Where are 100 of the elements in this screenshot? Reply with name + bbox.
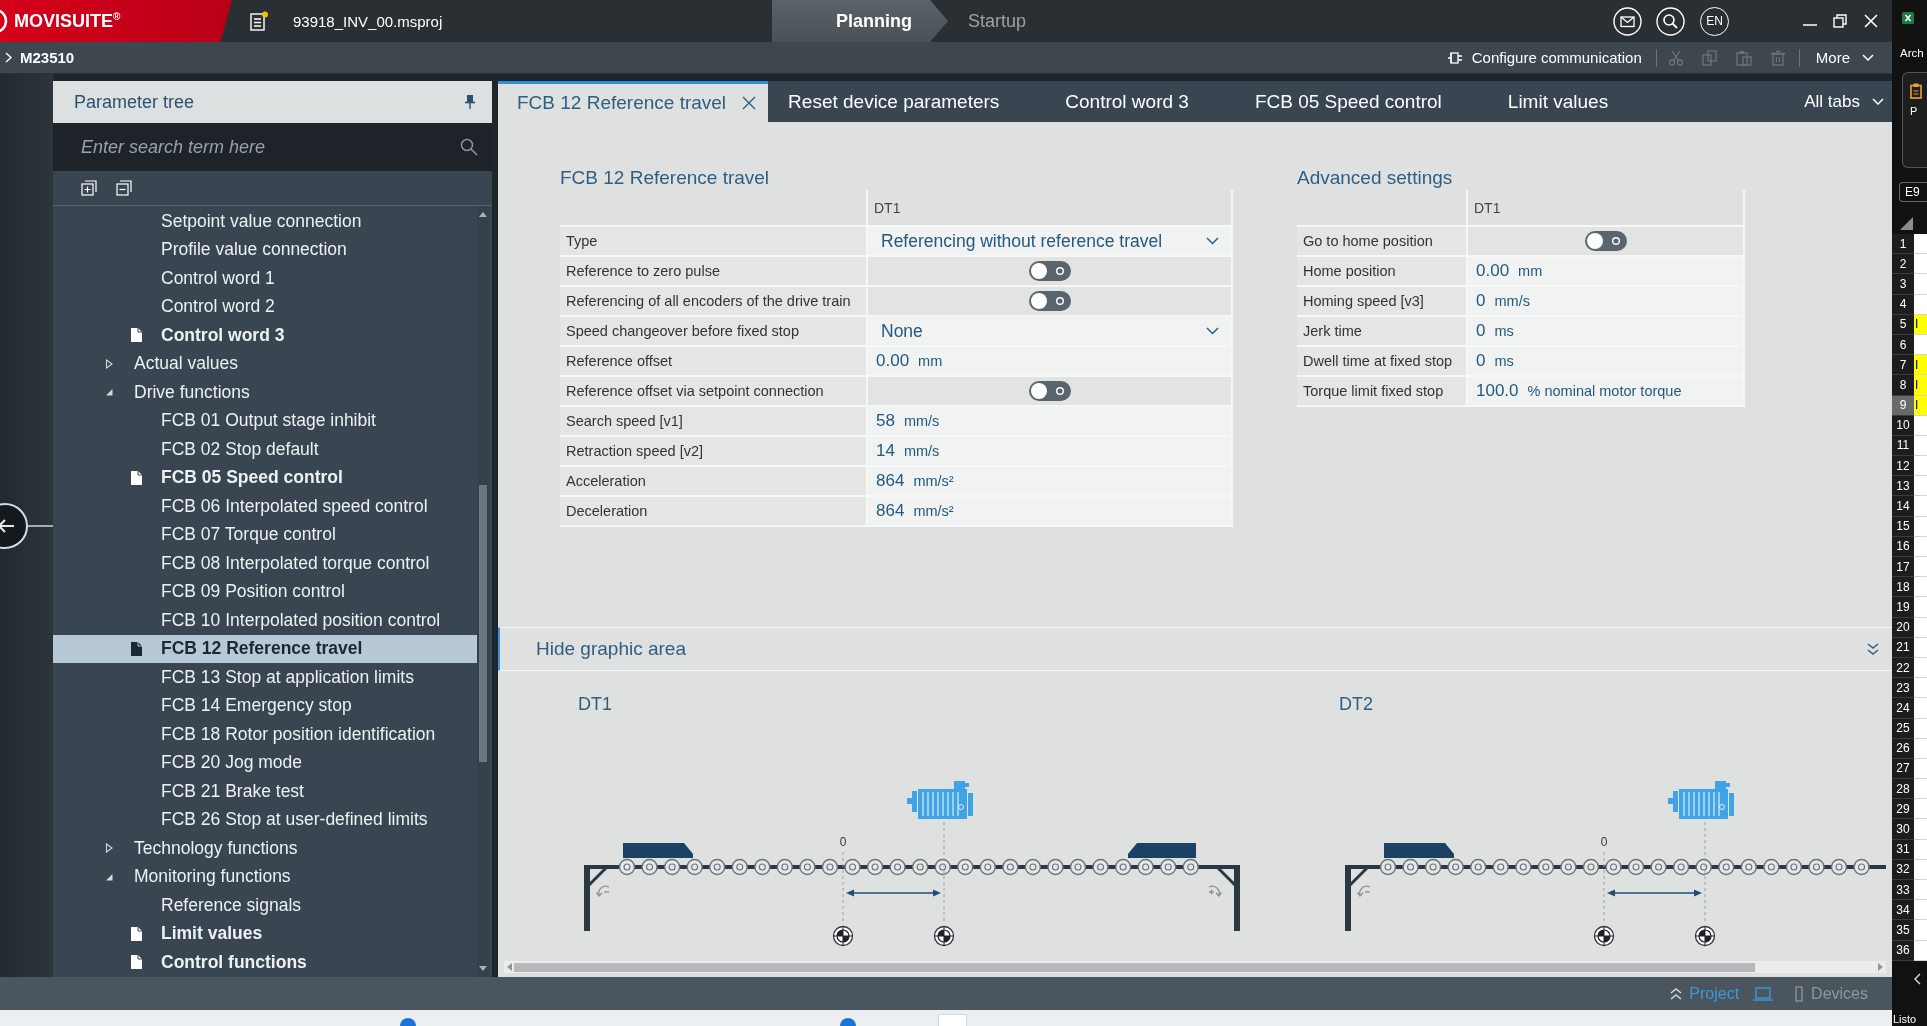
number-field[interactable]: 0 ms [1466, 347, 1745, 375]
toggle-switch[interactable] [1028, 261, 1071, 281]
scroll-left-icon[interactable] [507, 963, 512, 971]
menu-item[interactable]: Arch [1900, 46, 1927, 60]
number-field[interactable]: 58 mm/s [866, 407, 1233, 435]
number-field[interactable]: 0 mm/s [1466, 287, 1745, 315]
tab[interactable]: Control word 3 [1045, 81, 1235, 122]
ribbon-button[interactable]: P [1902, 72, 1927, 168]
double-chevron-up-icon[interactable] [1669, 986, 1684, 1001]
tree-item[interactable]: Reference signals [53, 891, 477, 920]
caret-icon[interactable] [105, 358, 113, 369]
caret-icon[interactable] [105, 387, 113, 398]
row-header[interactable]: 18 [1892, 577, 1914, 598]
row-header[interactable]: 16 [1892, 536, 1914, 557]
configure-communication-button[interactable]: Configure communication [1446, 49, 1642, 66]
pin-icon[interactable] [464, 94, 476, 110]
number-field[interactable]: 100.0 % nominal motor torque [1466, 377, 1745, 405]
row-header[interactable]: 24 [1892, 698, 1914, 719]
select-all-corner-icon[interactable] [1899, 216, 1913, 230]
number-field[interactable]: 0.00 mm [866, 347, 1233, 375]
search-icon[interactable] [1656, 6, 1685, 36]
row-header[interactable]: 33 [1892, 880, 1914, 901]
row-header[interactable]: 10 [1892, 415, 1914, 436]
vertical-scrollbar[interactable] [477, 206, 489, 977]
chevron-left-icon[interactable] [1914, 972, 1921, 985]
row-header[interactable]: 3 [1892, 274, 1914, 295]
tree-item[interactable]: FCB 21 Brake test [53, 777, 477, 806]
hide-graphic-button[interactable]: Hide graphic area [498, 627, 1892, 671]
app-icon[interactable] [840, 1018, 856, 1026]
row-header[interactable]: 14 [1892, 496, 1914, 517]
tree-item[interactable]: Profile value connection [53, 235, 477, 264]
toggle-switch[interactable] [1028, 381, 1071, 401]
row-header[interactable]: 23 [1892, 678, 1914, 699]
tab[interactable]: Limit values [1487, 81, 1655, 122]
row-header[interactable]: 36 [1892, 940, 1914, 961]
row-header[interactable]: 13 [1892, 476, 1914, 497]
tree-item[interactable]: FCB 10 Interpolated position control [53, 606, 477, 635]
tree-item[interactable]: FCB 14 Emergency stop [53, 691, 477, 720]
row-header[interactable]: 35 [1892, 920, 1914, 941]
row-header[interactable]: 31 [1892, 839, 1914, 860]
workflow-step[interactable]: Startup [948, 0, 1047, 42]
row-header[interactable]: 11 [1892, 435, 1914, 457]
row-header[interactable]: 20 [1892, 617, 1914, 638]
row-header[interactable]: 21 [1892, 637, 1914, 658]
row-header[interactable]: 2 [1892, 254, 1914, 275]
tree-item[interactable]: FCB 07 Torque control [53, 520, 477, 549]
tree-item[interactable]: Setpoint value connection [53, 207, 477, 236]
row-header[interactable]: 29 [1892, 799, 1914, 820]
tree-item[interactable]: Monitoring functions [53, 862, 477, 891]
tree-item[interactable]: FCB 18 Rotor position identification [53, 720, 477, 749]
spreadsheet-icon[interactable] [1902, 12, 1914, 24]
tree-item[interactable]: FCB 20 Jog mode [53, 748, 477, 777]
chevron-right-icon[interactable] [5, 52, 12, 63]
mail-icon[interactable] [1613, 6, 1642, 36]
scrollbar-thumb[interactable] [514, 962, 1755, 972]
toggle-switch[interactable] [1584, 231, 1627, 251]
tree-item[interactable]: FCB 08 Interpolated torque control [53, 549, 477, 578]
number-field[interactable]: 864 mm/s² [866, 467, 1233, 495]
number-field[interactable]: 0 ms [1466, 317, 1745, 345]
tree-item[interactable]: FCB 02 Stop default [53, 435, 477, 464]
tree-item[interactable]: Actual values [53, 349, 477, 378]
tree-item[interactable]: FCB 13 Stop at application limits [53, 663, 477, 692]
scroll-down-icon[interactable] [479, 966, 487, 971]
caret-icon[interactable] [105, 843, 113, 854]
tree-item[interactable]: Control word 1 [53, 264, 477, 293]
row-header[interactable]: 19 [1892, 597, 1914, 618]
expand-all-icon[interactable] [81, 180, 97, 196]
tree-item[interactable]: Limit values [53, 919, 477, 948]
workflow-step[interactable]: Planning [772, 0, 948, 42]
tree-item[interactable]: FCB 09 Position control [53, 577, 477, 606]
tree-item[interactable]: FCB 01 Output stage inhibit [53, 406, 477, 435]
tree-item[interactable]: FCB 06 Interpolated speed control [53, 492, 477, 521]
tree-item[interactable]: FCB 12 Reference travel [53, 634, 477, 663]
collapse-all-icon[interactable] [116, 180, 132, 196]
scroll-up-icon[interactable] [479, 212, 487, 217]
row-header[interactable]: 30 [1892, 819, 1914, 840]
row-header[interactable]: 6 [1892, 334, 1914, 356]
row-header[interactable]: 32 [1892, 859, 1914, 880]
scroll-right-icon[interactable] [1878, 963, 1883, 971]
name-box[interactable]: E9 [1899, 182, 1927, 202]
horizontal-scrollbar[interactable] [504, 961, 1886, 973]
scrollbar-thumb[interactable] [479, 485, 487, 762]
number-field[interactable]: 864 mm/s² [866, 497, 1233, 525]
row-header[interactable]: 25 [1892, 718, 1914, 739]
number-field[interactable]: 14 mm/s [866, 437, 1233, 465]
row-header[interactable]: 12 [1892, 456, 1914, 477]
row-header[interactable]: 28 [1892, 779, 1914, 800]
tree-item[interactable]: Control word 3 [53, 321, 477, 350]
row-header[interactable]: 8 [1892, 375, 1914, 396]
toggle-switch[interactable] [1028, 291, 1071, 311]
tab[interactable]: FCB 12 Reference travel [498, 81, 769, 122]
restore-icon[interactable] [1833, 14, 1847, 28]
tree-item[interactable]: Technology functions [53, 834, 477, 863]
number-field[interactable]: 0.00 mm [1466, 257, 1745, 285]
back-arrow-icon[interactable] [0, 502, 53, 550]
tree-item[interactable]: Control word 2 [53, 292, 477, 321]
app-icon[interactable] [400, 1018, 416, 1026]
all-tabs-button[interactable]: All tabs [1804, 81, 1892, 122]
row-header[interactable]: 5 [1892, 314, 1914, 335]
row-header[interactable]: 1 [1892, 234, 1914, 255]
